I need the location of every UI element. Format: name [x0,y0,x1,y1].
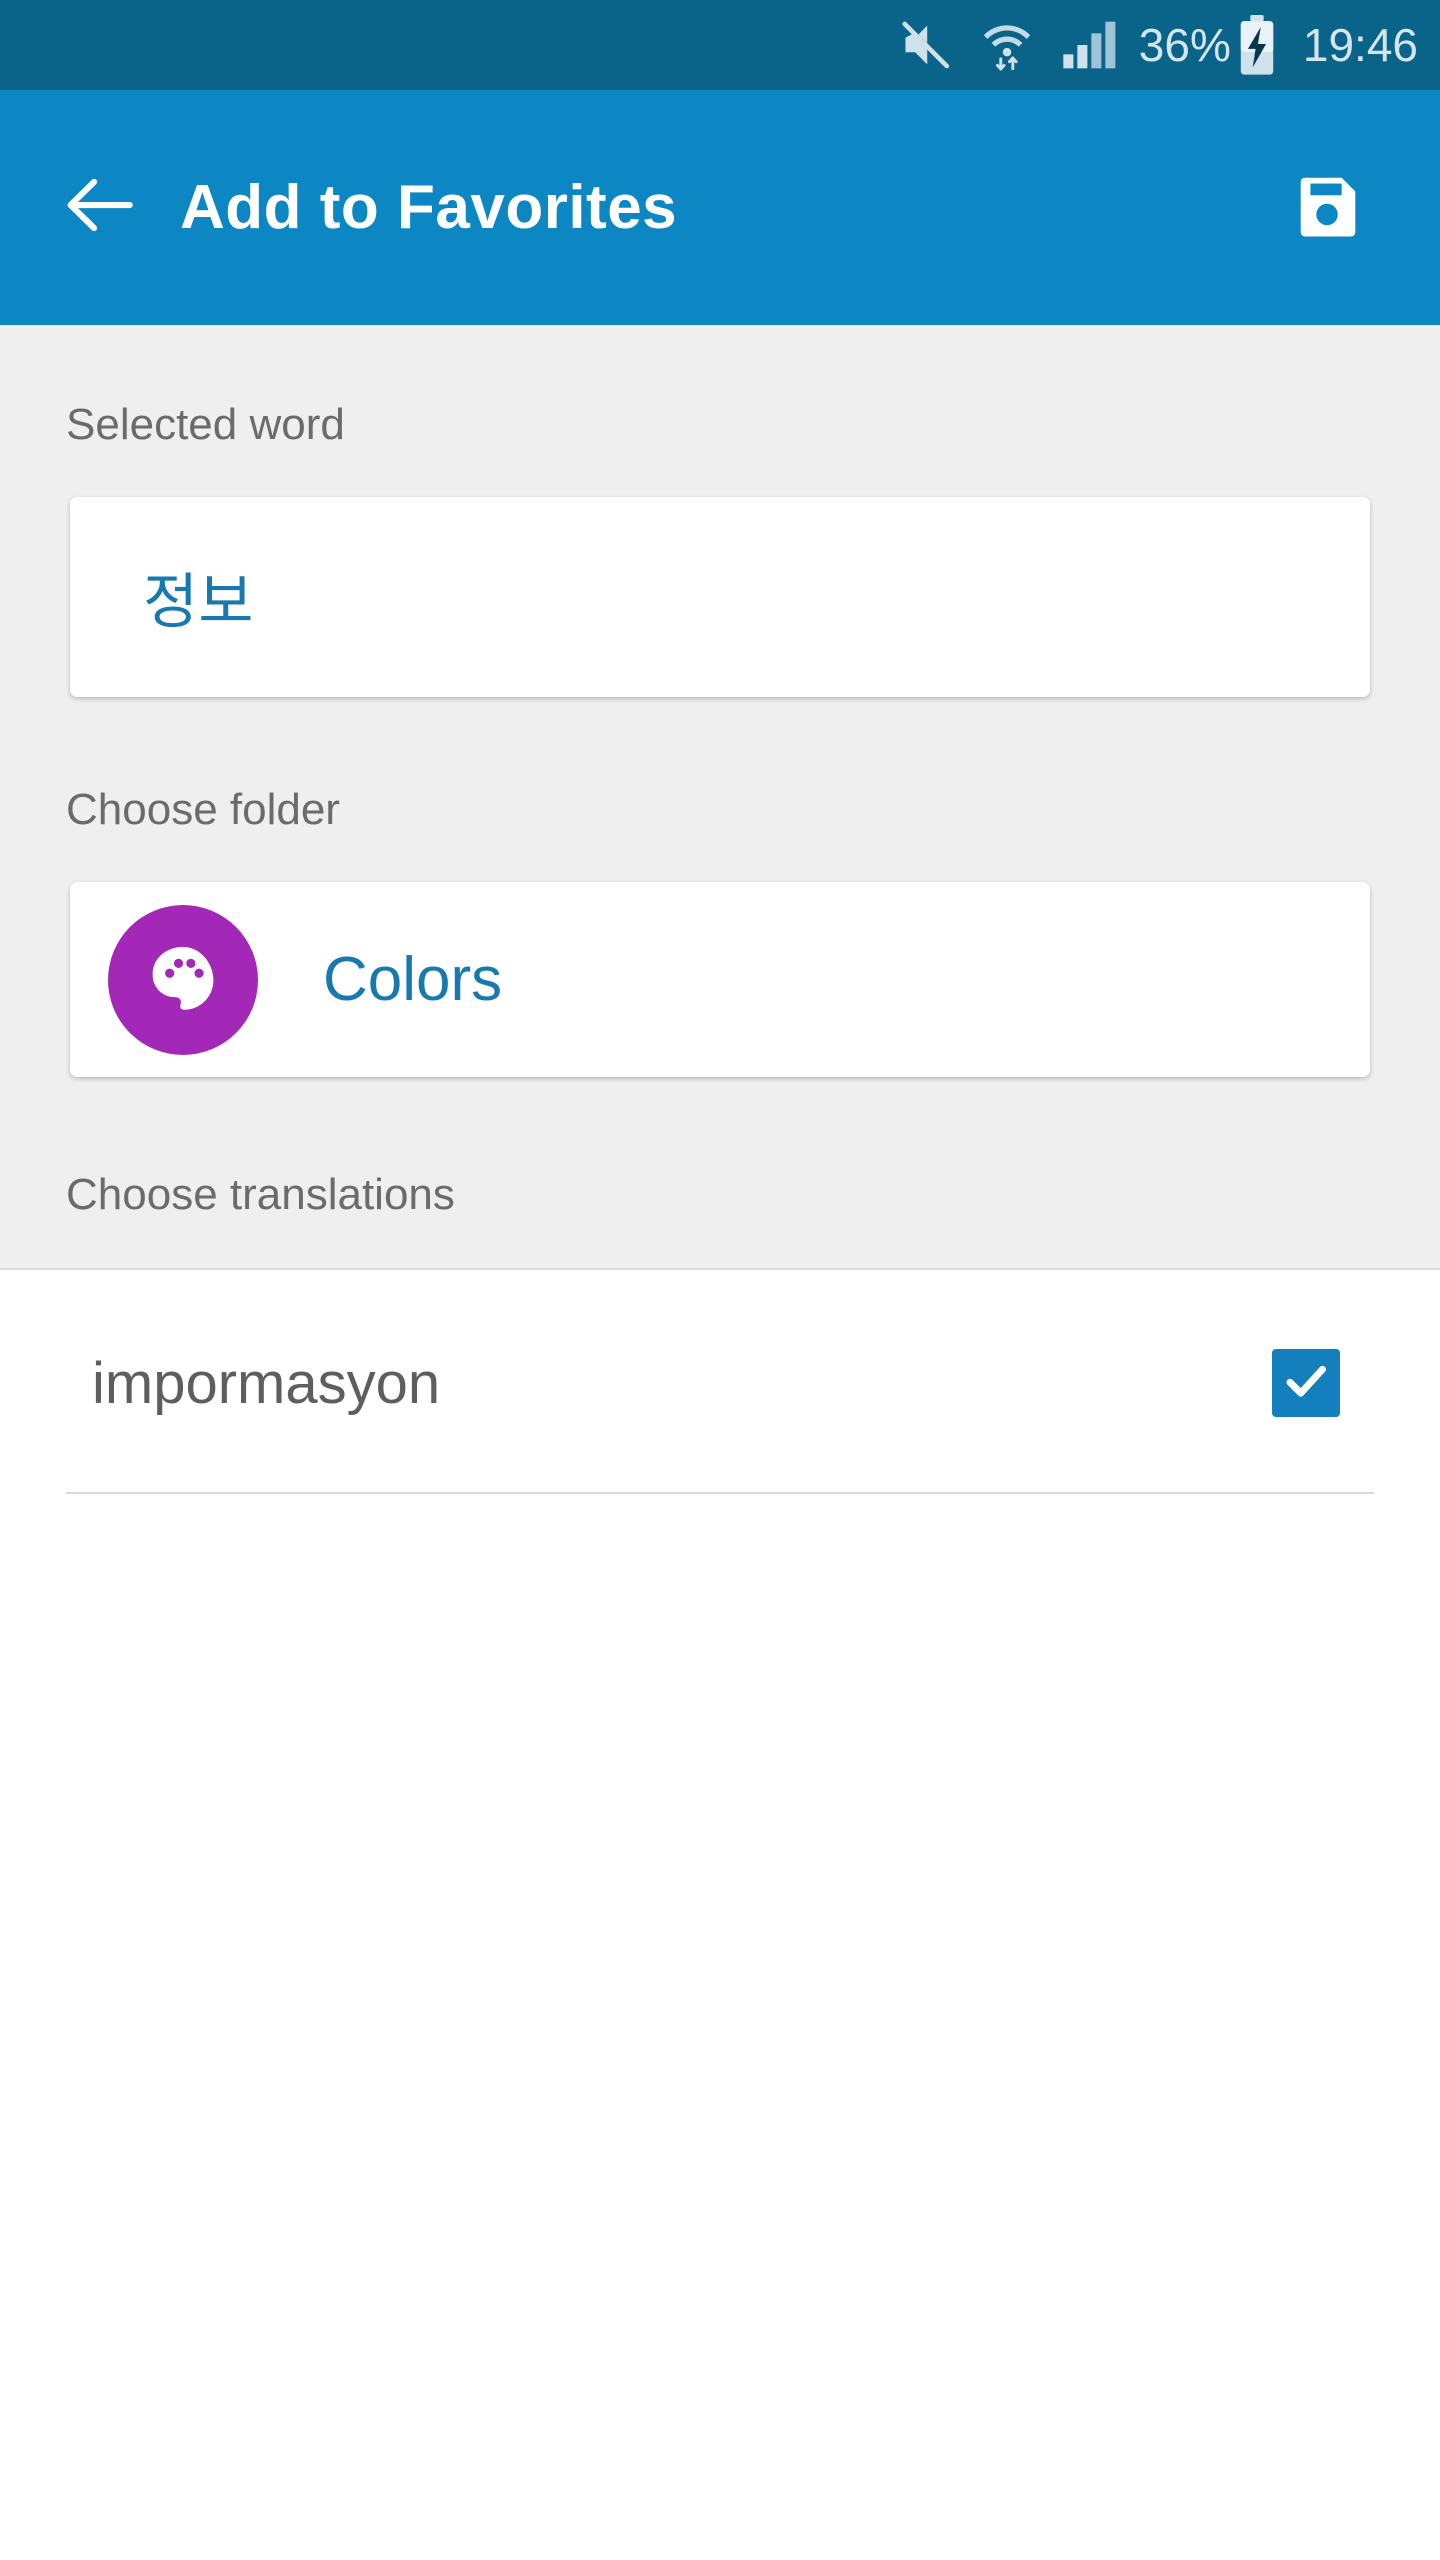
app-bar: Add to Favorites [0,90,1440,325]
folder-name: Colors [323,945,503,1014]
main-content: Selected word 정보 Choose folder Colors Ch… [0,325,1440,2560]
list-divider [66,1492,1374,1494]
arrow-left-icon [58,163,142,252]
save-button[interactable] [1278,158,1378,258]
palette-icon [142,936,224,1023]
selected-word-value: 정보 [143,567,254,638]
signal-bars-icon [1061,19,1117,71]
translation-label: impormasyon [92,1350,441,1416]
translations-list: impormasyon [0,1272,1440,1494]
translation-checkbox[interactable] [1272,1349,1340,1417]
check-icon [1280,1355,1332,1412]
back-button[interactable] [35,143,165,273]
save-floppy-icon [1289,166,1367,249]
wifi-icon [979,16,1035,74]
selected-word-label: Selected word [66,400,345,449]
volume-off-icon [897,16,955,74]
status-bar-icons: 36% 19:46 [897,0,1418,90]
selected-word-card[interactable]: 정보 [70,497,1370,697]
battery-percent-label: 36% [1138,19,1231,71]
page-title: Add to Favorites [180,173,678,242]
avatar [108,904,258,1055]
clock-label: 19:46 [1302,19,1418,71]
choose-folder-label: Choose folder [66,785,340,834]
list-item[interactable]: impormasyon [0,1272,1440,1494]
choose-translations-label: Choose translations [66,1170,455,1219]
status-bar: 36% 19:46 [0,0,1440,90]
battery-charging-icon [1237,14,1277,76]
folder-selector[interactable]: Colors [70,882,1370,1077]
